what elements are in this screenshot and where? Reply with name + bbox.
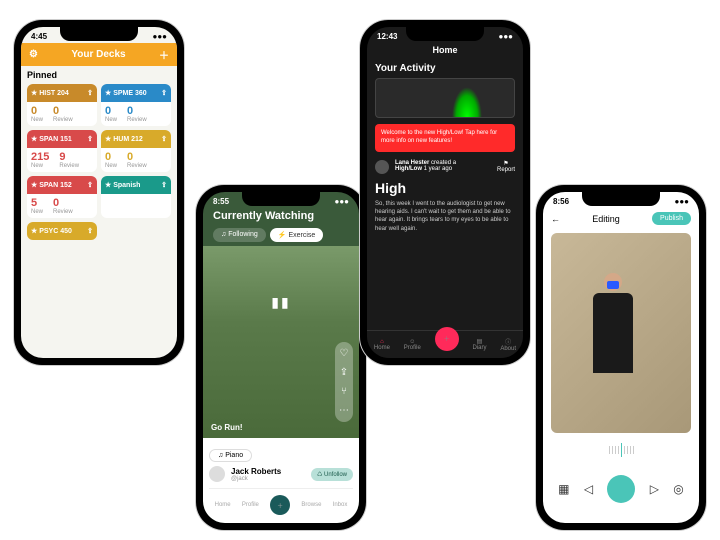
tab-following[interactable]: ♫ Following: [213, 228, 266, 242]
post-header: Lana Hester created a High/Low 1 year ag…: [375, 160, 515, 174]
add-button[interactable]: ＋: [435, 327, 459, 351]
tab-exercise[interactable]: ⚡ Exercise: [270, 228, 324, 242]
share-icon[interactable]: ⇪: [161, 135, 167, 143]
phone-watching: 8:55●●● Currently Watching ♫ Following ⚡…: [196, 185, 366, 530]
page-title: Your Decks: [71, 49, 125, 60]
nav-about[interactable]: ⓘAbout: [500, 337, 516, 352]
timeline-scrubber[interactable]: [543, 437, 699, 463]
post-title: High: [375, 180, 515, 196]
activity-title: Your Activity: [375, 63, 515, 74]
add-button[interactable]: ＋: [270, 495, 290, 515]
deck-card[interactable]: ★ SPAN 152⇪5New0Review: [27, 176, 97, 218]
deck-grid: ★ HIST 204⇪0New0Review★ SPME 360⇪0New0Re…: [21, 84, 177, 240]
user-handle: @jack: [231, 476, 281, 482]
avatar[interactable]: [375, 160, 389, 174]
deck-card[interactable]: ★ SPAN 151⇪215New9Review: [27, 130, 97, 172]
phone-activity: 12:43●●● Home Your Activity Welcome to t…: [360, 20, 530, 365]
activity-chart[interactable]: [375, 78, 515, 118]
header: ⚙ Your Decks ＋: [21, 43, 177, 66]
bottom-nav: ⌂Home ☺Profile ＋ ▤Diary ⓘAbout: [367, 330, 523, 358]
pause-icon[interactable]: ▮▮: [271, 294, 290, 311]
deck-card[interactable]: ★ HIST 204⇪0New0Review: [27, 84, 97, 126]
page-title: Home: [367, 43, 523, 57]
page-title: Currently Watching: [203, 208, 359, 224]
post-text: So, this week I went to the audiologist …: [375, 200, 515, 234]
action-sidebar: ♡ ⇪ ⑂ ⋯: [335, 342, 353, 422]
record-button[interactable]: [607, 475, 635, 503]
next-icon[interactable]: ▷: [650, 482, 659, 496]
deck-card[interactable]: ★ SPME 360⇪0New0Review: [101, 84, 171, 126]
phone-decks: 4:45●●● ⚙ Your Decks ＋ Pinned ★ HIST 204…: [14, 20, 184, 365]
video-preview[interactable]: [551, 233, 691, 433]
welcome-banner[interactable]: Welcome to the new High/Low! Tap here fo…: [375, 124, 515, 152]
edit-controls: ▦ ◁ ▷ ◎: [543, 467, 699, 511]
nav-home[interactable]: ⌂Home: [374, 339, 390, 351]
settings-icon[interactable]: ⚙: [29, 49, 38, 60]
share-icon[interactable]: ⇪: [87, 227, 93, 235]
branch-icon[interactable]: ⑂: [339, 386, 349, 397]
unfollow-button[interactable]: ♺ Unfollow: [311, 468, 353, 481]
deck-card[interactable]: ★ PSYC 450⇪: [27, 222, 97, 240]
tag-pill[interactable]: ♫ Piano: [209, 449, 252, 462]
more-icon[interactable]: ⋯: [339, 405, 349, 416]
deck-card[interactable]: ★ HUM 212⇪0New0Review: [101, 130, 171, 172]
nav-diary[interactable]: ▤Diary: [472, 338, 486, 351]
phone-editing: 8:56●●● ← Editing Publish ▦ ◁ ▷ ◎: [536, 185, 706, 530]
back-icon[interactable]: ←: [551, 214, 560, 224]
nav-browse[interactable]: Browse: [301, 502, 321, 508]
section-pinned: Pinned: [21, 66, 177, 84]
share-icon[interactable]: ⇪: [87, 135, 93, 143]
share-icon[interactable]: ⇪: [161, 89, 167, 97]
tabs: ♫ Following ⚡ Exercise: [203, 224, 359, 246]
avatar[interactable]: [209, 466, 225, 482]
nav-profile[interactable]: ☺Profile: [404, 339, 421, 351]
nav-home[interactable]: Home: [215, 502, 231, 508]
nav-inbox[interactable]: Inbox: [333, 502, 348, 508]
video-area[interactable]: ▮▮ ♡ ⇪ ⑂ ⋯ Go Run!: [203, 246, 359, 438]
deck-card[interactable]: ★ Spanish⇪: [101, 176, 171, 218]
share-icon[interactable]: ⇪: [339, 367, 349, 378]
video-caption: Go Run!: [211, 423, 243, 432]
bottom-nav: Home Profile ＋ Browse Inbox: [209, 488, 353, 517]
share-icon[interactable]: ⇪: [161, 181, 167, 189]
camera-icon[interactable]: ◎: [673, 482, 683, 496]
page-title: Editing: [592, 214, 620, 224]
user-name: Jack Roberts: [231, 467, 281, 476]
share-icon[interactable]: ⇪: [87, 181, 93, 189]
header: ← Editing Publish: [543, 208, 699, 229]
clips-icon[interactable]: ▦: [558, 482, 569, 496]
like-icon[interactable]: ♡: [339, 348, 349, 359]
publish-button[interactable]: Publish: [652, 212, 691, 225]
nav-profile[interactable]: Profile: [242, 502, 259, 508]
share-icon[interactable]: ⇪: [87, 89, 93, 97]
user-row: Jack Roberts @jack ♺ Unfollow: [209, 466, 353, 482]
report-button[interactable]: ⚑Report: [497, 160, 515, 174]
add-icon[interactable]: ＋: [159, 47, 169, 62]
prev-icon[interactable]: ◁: [584, 482, 593, 496]
